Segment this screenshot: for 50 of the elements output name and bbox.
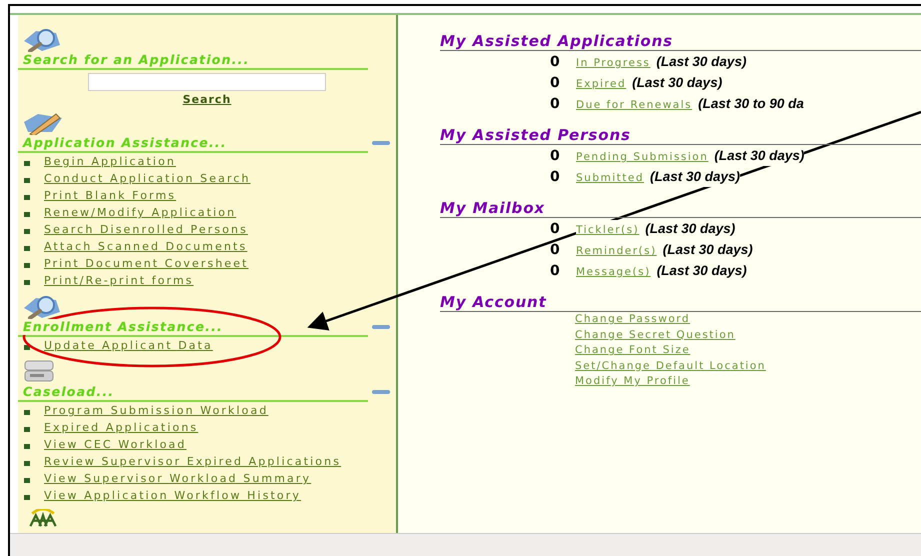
count-text: 0 [550,168,561,187]
bullet-icon [24,478,30,483]
account-link[interactable]: Change Secret Question [575,328,736,343]
sidebar-link[interactable]: Print/Re-print forms [44,275,194,286]
bullet-icon [24,161,30,166]
bullet-icon [24,345,30,350]
bullet-icon [24,444,30,449]
bullet-icon [24,410,30,415]
bullet-icon [24,178,30,183]
bullet-icon [24,280,30,285]
bullet-icon [24,263,30,268]
bullet-icon [24,246,30,251]
sidebar-link[interactable]: Update Applicant Data [44,340,213,351]
sidebar-link[interactable]: Print Blank Forms [44,190,176,201]
sidebar-link[interactable]: Renew/Modify Application [44,207,236,218]
sidebar-link[interactable]: Search Disenrolled Persons [44,224,248,235]
bullet-icon [24,495,30,500]
count-text: 0 [550,74,561,93]
sidebar-link[interactable]: Print Document Coversheet [44,258,249,269]
account-link[interactable]: Modify My Profile [575,374,690,390]
sidebar-link[interactable]: Begin Application [44,156,176,167]
bullet-icon [24,212,30,217]
search-field[interactable] [88,73,326,91]
collapse-icon[interactable] [372,390,390,394]
sidebar-link[interactable]: Review Supervisor Expired Applications [44,456,342,467]
sidebar-link[interactable]: Attach Scanned Documents [44,241,248,252]
section-heading: My Account [440,294,921,312]
search-link[interactable]: Search [182,93,232,106]
count-text: 0 [550,147,561,166]
count-text: 0 [550,220,561,239]
account-link[interactable]: Set/Change Default Location [575,358,766,374]
bullet-icon [24,461,30,466]
collapse-icon[interactable] [372,141,390,145]
bullet-icon [24,195,30,200]
count-text: 0 [550,262,561,281]
bullet-icon [24,427,30,432]
bullet-icon [24,229,30,234]
logo-icon [28,509,58,527]
sidebar-link[interactable]: Conduct Application Search [44,173,251,184]
sidebar-link[interactable]: View Supervisor Workload Summary [44,473,312,484]
count-text: 0 [550,95,561,114]
account-link[interactable]: Change Font Size [575,343,690,358]
sidebar-link[interactable]: View CEC Workload [44,439,186,450]
sidebar-link[interactable]: View Application Workflow History [44,490,301,501]
account-link[interactable]: Change Password [575,312,690,328]
count-text: 0 [550,241,561,260]
collapse-icon[interactable] [372,325,390,329]
count-text: 0 [550,53,561,72]
sidebar-link[interactable]: Expired Applications [44,422,198,433]
sidebar-link[interactable]: Program Submission Workload [44,405,268,416]
